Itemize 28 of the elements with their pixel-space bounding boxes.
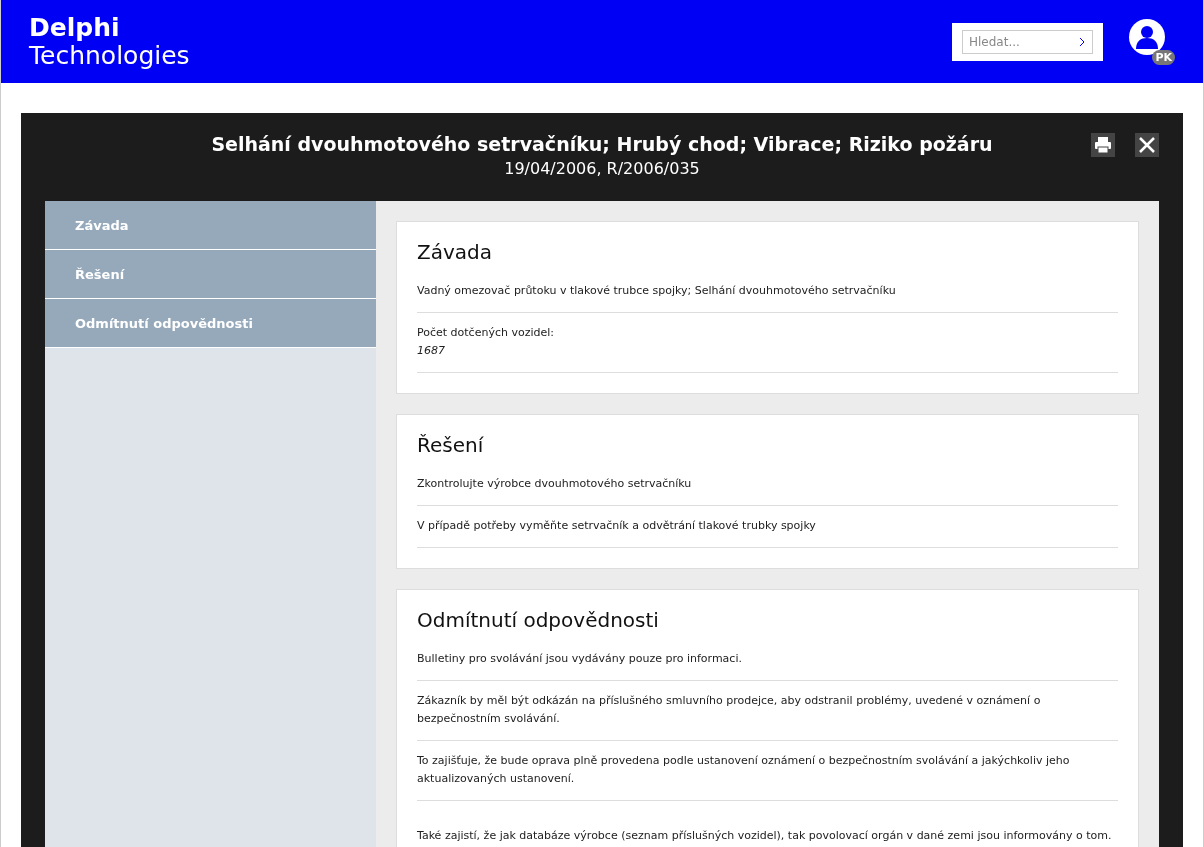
section-text: Vadný omezovač průtoku v tlakové trubce spojky; Selhání dvouhmotového setrvačníku — [417, 283, 897, 299]
section-text: Také zajistí, že jak databáze výrobce (seznam příslušných vozidel), tak povolovací orgán v dané zemi jsou informovány o tom. — [417, 828, 1113, 844]
section-title: Odmítnutí odpovědnosti — [417, 608, 660, 632]
search-field[interactable]: Hledat... — [962, 29, 1093, 54]
field-label: Počet dotčených vozidel: — [417, 325, 556, 341]
user-initials: PK — [1152, 49, 1175, 65]
section-text: Bulletiny pro svolávání jsou vydávány pouze pro informaci. — [417, 651, 743, 667]
sidebar-item[interactable]: Závada — [45, 201, 376, 250]
user-avatar[interactable] — [1129, 18, 1165, 55]
section-text: Zákazník by měl být odkázán na příslušného smluvního prodejce, aby odstranil problémy, uvedené v oznámení o bezpečnostním svolávání. — [417, 693, 1042, 727]
section-text: V případě potřeby vyměňte setrvačník a odvětrání tlakové trubky spojky — [417, 518, 817, 534]
chevron-right-icon[interactable] — [1079, 36, 1085, 47]
section-text: To zajišťuje, že bude oprava plně provedena podle ustanovení oznámení o bezpečnostním svolávání a jakýchkoliv jeho aktualizovaných ustanovení. — [417, 753, 1071, 787]
sidebar-item[interactable]: Řešení — [45, 250, 376, 299]
section-title: Řešení — [417, 433, 485, 457]
modal-subtitle: 19/04/2006, R/2006/035 — [504, 159, 700, 178]
modal-title: Selhání dvouhmotového setrvačníku; Hrubý chod; Vibrace; Riziko požáru — [211, 133, 993, 155]
field-value: 1687 — [417, 343, 446, 359]
section-text: Zkontrolujte výrobce dvouhmotového setrvačníku — [417, 476, 693, 492]
close-button[interactable] — [1135, 133, 1159, 157]
print-button[interactable] — [1091, 133, 1115, 157]
user-icon — [1136, 24, 1158, 49]
section-title: Závada — [417, 240, 493, 264]
close-icon — [1139, 137, 1155, 153]
logo-text: Technologies — [29, 41, 190, 70]
print-icon — [1094, 136, 1112, 154]
logo-text: Delphi — [29, 13, 121, 42]
sidebar-item[interactable]: Odmítnutí odpovědnosti — [45, 299, 376, 348]
